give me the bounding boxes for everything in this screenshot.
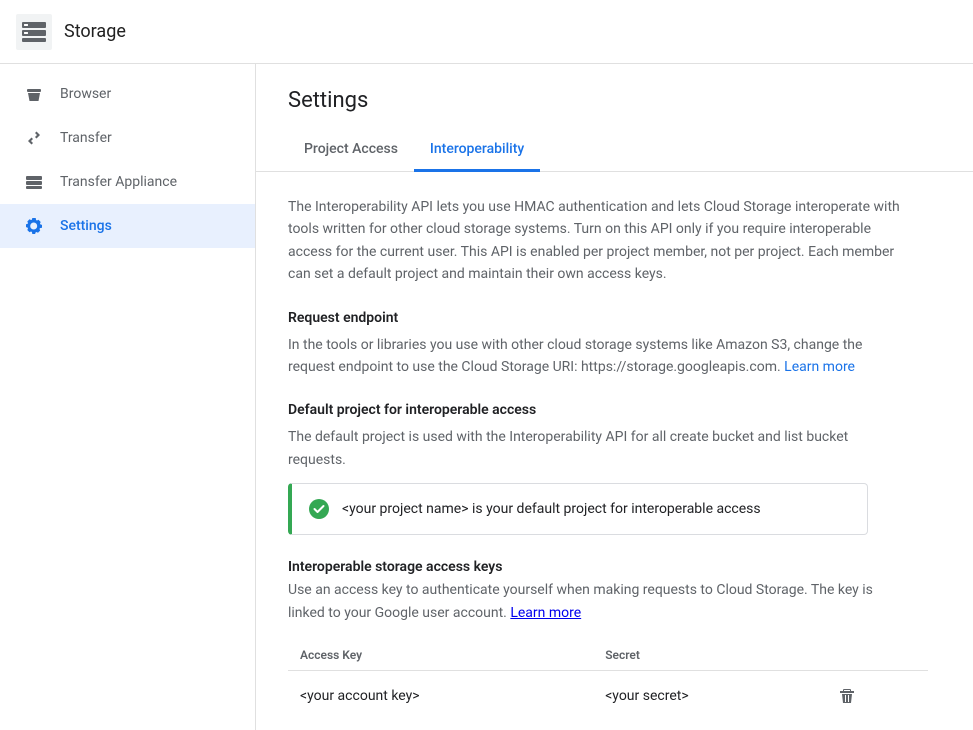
- request-endpoint-section: Request endpoint In the tools or librari…: [288, 310, 941, 379]
- tab-project-access[interactable]: Project Access: [288, 129, 414, 172]
- appliance-icon: [24, 172, 44, 192]
- request-endpoint-description: In the tools or libraries you use with o…: [288, 334, 908, 379]
- intro-text: The Interoperability API lets you use HM…: [288, 196, 908, 286]
- bucket-icon: [24, 84, 44, 104]
- sidebar-label-transfer: Transfer: [60, 130, 112, 146]
- app-logo: Storage: [16, 14, 126, 50]
- access-keys-description: Use an access key to authenticate yourse…: [288, 579, 908, 624]
- table-row: <your account key> <your secret>: [288, 670, 928, 721]
- sidebar-label-settings: Settings: [60, 218, 112, 234]
- tabs-bar: Project Access Interoperability: [288, 129, 941, 171]
- transfer-icon: [24, 128, 44, 148]
- settings-icon: [24, 216, 44, 236]
- delete-key-button[interactable]: [834, 683, 860, 709]
- default-project-box: <your project name> is your default proj…: [288, 483, 868, 535]
- content-area: Settings Project Access Interoperability…: [256, 64, 973, 730]
- cell-secret: <your secret>: [593, 670, 822, 721]
- col-access-key: Access Key: [288, 640, 593, 671]
- default-project-section: Default project for interoperable access…: [288, 402, 941, 535]
- main-layout: Browser Transfer Transfer Appliance: [0, 64, 973, 730]
- tab-content: The Interoperability API lets you use HM…: [256, 172, 973, 730]
- app-title: Storage: [64, 21, 126, 42]
- page-title: Settings: [288, 88, 941, 113]
- request-endpoint-learn-more[interactable]: Learn more: [784, 359, 855, 375]
- check-circle-icon: [308, 498, 330, 520]
- access-keys-learn-more[interactable]: Learn more: [510, 605, 581, 621]
- sidebar-item-transfer[interactable]: Transfer: [0, 116, 255, 160]
- default-project-status: <your project name> is your default proj…: [342, 501, 761, 517]
- sidebar-item-transfer-appliance[interactable]: Transfer Appliance: [0, 160, 255, 204]
- cell-access-key: <your account key>: [288, 670, 593, 721]
- trash-icon: [838, 687, 856, 705]
- access-keys-table: Access Key Secret <your account key> <yo…: [288, 640, 928, 721]
- table-header: Access Key Secret: [288, 640, 928, 671]
- col-actions: [822, 640, 928, 671]
- sidebar-label-browser: Browser: [60, 86, 111, 102]
- default-project-description: The default project is used with the Int…: [288, 426, 908, 471]
- sidebar-label-transfer-appliance: Transfer Appliance: [60, 174, 177, 190]
- access-keys-title: Interoperable storage access keys: [288, 559, 941, 575]
- access-keys-section: Interoperable storage access keys Use an…: [288, 559, 941, 730]
- settings-header: Settings Project Access Interoperability: [256, 64, 973, 172]
- table-header-row: Access Key Secret: [288, 640, 928, 671]
- sidebar: Browser Transfer Transfer Appliance: [0, 64, 256, 730]
- sidebar-item-settings[interactable]: Settings: [0, 204, 255, 248]
- top-bar: Storage: [0, 0, 973, 64]
- col-secret: Secret: [593, 640, 822, 671]
- table-body: <your account key> <your secret>: [288, 670, 928, 721]
- default-project-title: Default project for interoperable access: [288, 402, 941, 418]
- request-endpoint-title: Request endpoint: [288, 310, 941, 326]
- sidebar-item-browser[interactable]: Browser: [0, 72, 255, 116]
- tab-interoperability[interactable]: Interoperability: [414, 129, 540, 172]
- storage-logo-icon: [16, 14, 52, 50]
- cell-actions: [822, 670, 928, 721]
